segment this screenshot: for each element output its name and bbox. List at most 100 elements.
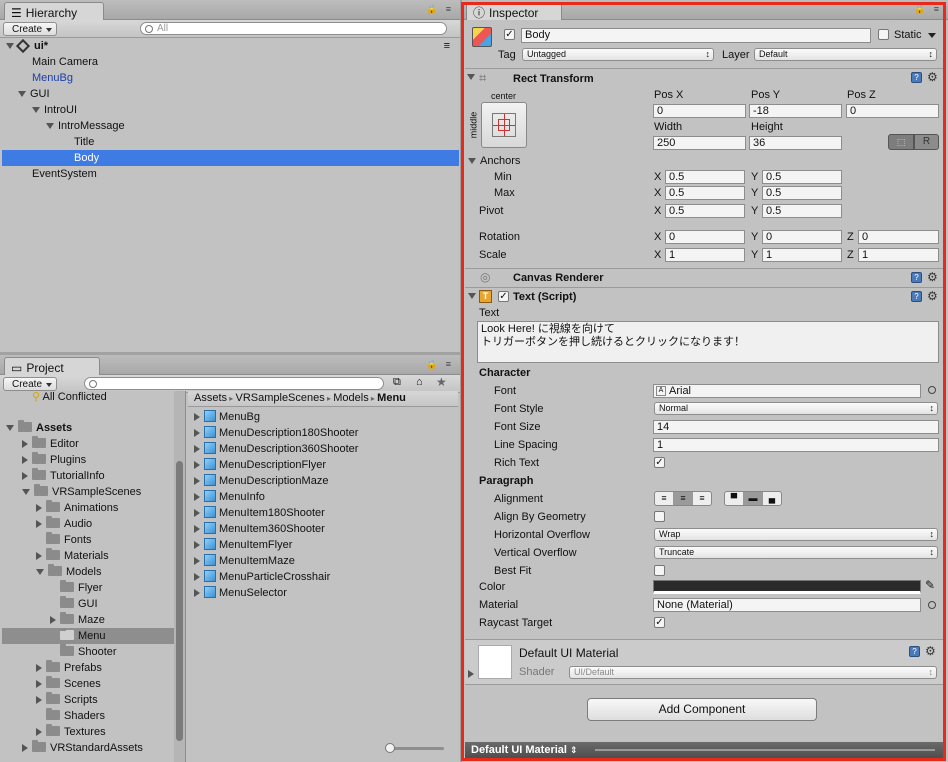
expand-icon[interactable] (32, 107, 40, 114)
align-center-icon[interactable]: ≡ (674, 492, 693, 505)
expand-icon[interactable] (194, 573, 200, 582)
align-geometry-checkbox[interactable] (654, 511, 665, 522)
hierarchy-item[interactable]: Title (74, 134, 94, 150)
tree-item[interactable]: Maze (50, 612, 105, 628)
lock-menu-icon[interactable]: 🔒 ≡ (426, 359, 454, 370)
hierarchy-item-selected[interactable]: Body (2, 150, 459, 166)
expand-icon[interactable] (22, 440, 28, 449)
canvas-renderer-header[interactable]: ◎ Canvas Renderer ? ⚙ (465, 268, 943, 286)
active-checkbox[interactable]: ✓ (504, 29, 515, 40)
layer-dropdown[interactable]: Default (754, 48, 937, 61)
scene-menu-icon[interactable]: ≡ (444, 38, 450, 54)
inspector-tab[interactable]: ⓘ Inspector (466, 2, 562, 20)
project-tab[interactable]: ▭ Project (4, 357, 100, 375)
align-bottom-icon[interactable]: ▄ (763, 492, 781, 505)
hierarchy-item[interactable]: IntroMessage (46, 118, 125, 134)
expand-icon[interactable] (22, 472, 28, 481)
hierarchy-item[interactable]: GUI (18, 86, 50, 102)
pivot-x-field[interactable]: 0.5 (665, 204, 745, 218)
width-field[interactable]: 250 (653, 136, 746, 150)
hierarchy-item[interactable]: EventSystem (32, 166, 97, 182)
scale-y-field[interactable]: 1 (762, 248, 842, 262)
gear-icon[interactable]: ⚙ (927, 271, 938, 283)
posz-field[interactable]: 0 (846, 104, 939, 118)
height-field[interactable]: 36 (749, 136, 842, 150)
rich-text-checkbox[interactable]: ✓ (654, 457, 665, 468)
object-name-input[interactable]: Body (521, 28, 871, 43)
help-icon[interactable]: ? (909, 646, 920, 657)
expand-icon[interactable] (6, 425, 14, 432)
posy-field[interactable]: -18 (749, 104, 842, 118)
asset-item[interactable]: MenuItemFlyer (194, 537, 292, 553)
tree-item[interactable]: Scenes (36, 676, 101, 692)
tree-item[interactable]: VRSampleScenes (22, 484, 141, 500)
align-right-icon[interactable]: ≡ (693, 492, 711, 505)
anchor-min-x-field[interactable]: 0.5 (665, 170, 745, 184)
tree-item[interactable]: Shaders (46, 708, 105, 724)
slider-thumb[interactable] (385, 743, 395, 753)
help-icon[interactable]: ? (911, 72, 922, 83)
expand-icon[interactable] (36, 552, 42, 561)
shader-dropdown[interactable]: UI/Default (569, 666, 937, 679)
asset-item[interactable]: MenuParticleCrosshair (194, 569, 330, 585)
expand-icon[interactable] (194, 445, 200, 454)
add-component-button[interactable]: Add Component (587, 698, 817, 721)
asset-item[interactable]: MenuBg (194, 409, 260, 425)
static-dropdown-icon[interactable] (928, 33, 936, 38)
text-enabled-checkbox[interactable]: ✓ (498, 291, 509, 302)
expand-icon[interactable] (36, 569, 44, 576)
scale-z-field[interactable]: 1 (858, 248, 939, 262)
font-field[interactable]: A Arial (653, 384, 921, 398)
expand-icon[interactable] (36, 696, 42, 705)
scale-x-field[interactable]: 1 (665, 248, 745, 262)
lock-menu-icon[interactable]: 🔒 ≡ (914, 4, 942, 15)
best-fit-checkbox[interactable] (654, 565, 665, 576)
expand-icon[interactable] (194, 477, 200, 486)
hierarchy-item[interactable]: IntroUI (32, 102, 77, 118)
gear-icon[interactable]: ⚙ (927, 290, 938, 302)
expand-icon[interactable] (6, 43, 14, 50)
expand-icon[interactable] (22, 744, 28, 753)
expand-icon[interactable] (36, 680, 42, 689)
tag-dropdown[interactable]: Untagged (522, 48, 714, 61)
pivot-y-field[interactable]: 0.5 (762, 204, 842, 218)
tree-item[interactable]: Assets (6, 420, 72, 436)
expand-icon[interactable] (194, 525, 200, 534)
expand-icon[interactable] (22, 456, 28, 465)
tree-item[interactable]: Shooter (60, 644, 117, 660)
preview-dropdown-icon[interactable]: ⇕ (570, 745, 578, 755)
preview-drag-handle[interactable] (595, 749, 935, 751)
tree-item[interactable]: VRStandardAssets (22, 740, 143, 756)
help-icon[interactable]: ? (911, 272, 922, 283)
tree-item[interactable]: Plugins (22, 452, 86, 468)
breadcrumb-item[interactable]: Assets (194, 392, 227, 404)
tree-item[interactable]: Materials (36, 548, 109, 564)
anchor-preset-button[interactable] (481, 102, 527, 148)
breadcrumb-item[interactable]: Models (333, 392, 368, 404)
static-checkbox[interactable] (878, 29, 889, 40)
tree-item[interactable]: Editor (22, 436, 79, 452)
collapse-icon[interactable] (468, 293, 476, 299)
font-style-dropdown[interactable]: Normal (654, 402, 938, 415)
breadcrumb-item[interactable]: VRSampleScenes (235, 392, 324, 404)
breadcrumb-item-current[interactable]: Menu (377, 392, 406, 404)
align-left-icon[interactable]: ≡ (655, 492, 674, 505)
expand-icon[interactable] (194, 493, 200, 502)
rect-transform-header[interactable]: ⌗ Rect Transform ? ⚙ (465, 68, 943, 86)
tag-icon[interactable]: ⌂ (416, 376, 423, 388)
expand-icon[interactable] (194, 429, 200, 438)
scene-row[interactable]: ui* ≡ (6, 38, 456, 54)
expand-icon[interactable] (46, 123, 54, 130)
lock-menu-icon[interactable]: 🔒 ≡ (426, 4, 454, 15)
blueprint-mode-button[interactable]: ⬚ (888, 134, 914, 150)
eyedropper-icon[interactable]: ✎ (925, 578, 935, 592)
expand-icon[interactable] (36, 664, 42, 673)
anchor-max-y-field[interactable]: 0.5 (762, 186, 842, 200)
expand-icon[interactable] (194, 461, 200, 470)
tree-item[interactable]: GUI (60, 596, 98, 612)
tree-item[interactable]: Prefabs (36, 660, 102, 676)
tree-item[interactable]: Scripts (36, 692, 98, 708)
asset-item[interactable]: MenuItemMaze (194, 553, 295, 569)
help-icon[interactable]: ? (911, 291, 922, 302)
tree-item[interactable]: Fonts (46, 532, 92, 548)
